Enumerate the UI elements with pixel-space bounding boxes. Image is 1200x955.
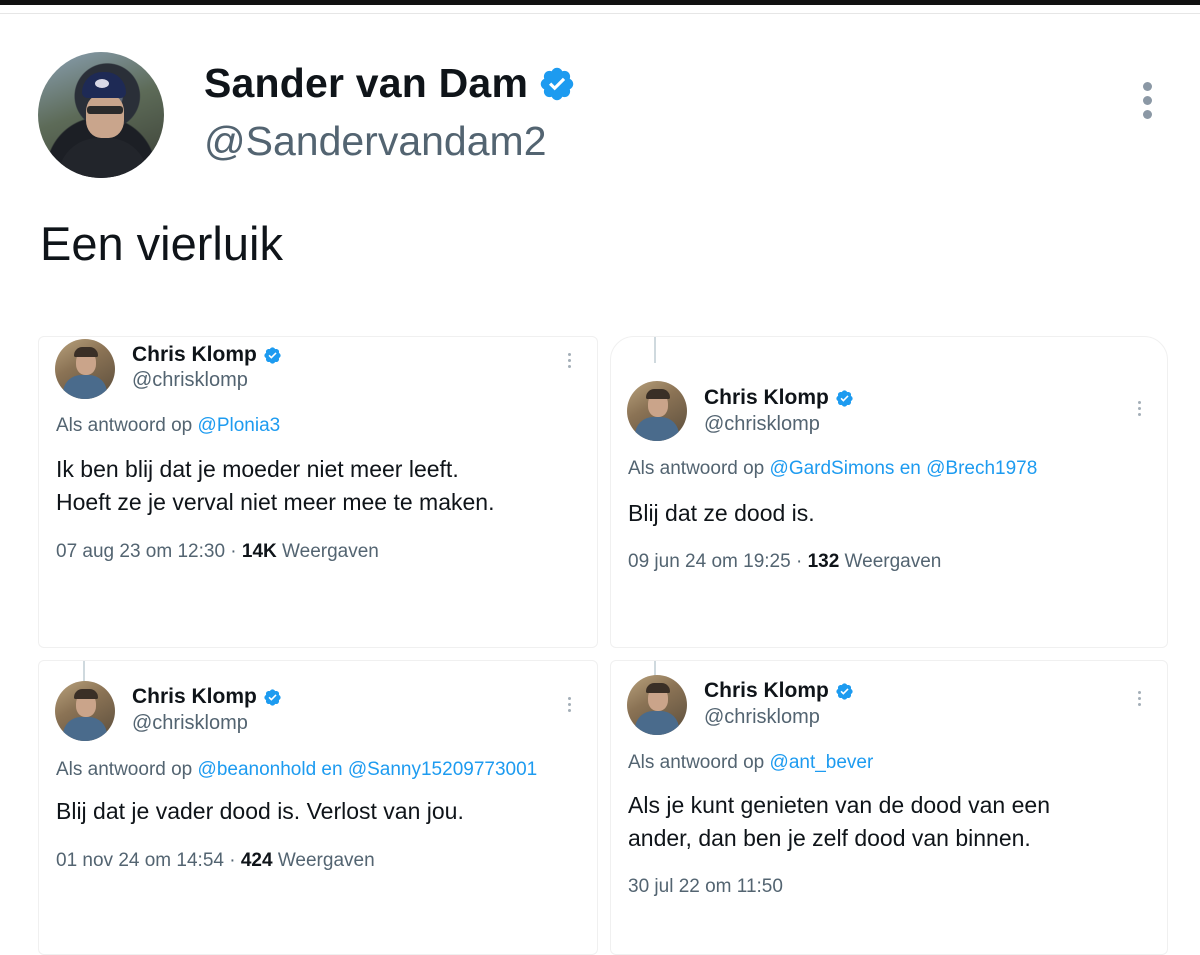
verified-badge-icon [836,389,853,407]
card-author-name-text: Chris Klomp [132,685,257,708]
card-author-name-text: Chris Klomp [704,386,829,409]
reply-context: Als antwoord op @Plonia3 [56,415,280,437]
card-text-line: Ik ben blij dat je moeder niet meer leef… [56,456,459,482]
quoted-tweet-card[interactable]: Chris Klomp @chrisklomp Als antwoord op … [610,660,1168,955]
more-options-icon [566,697,572,717]
reply-context: Als antwoord op @GardSimons en @Brech197… [628,458,1037,480]
embedded-image-grid[interactable]: Chris Klomp @chrisklomp Als antwoord op … [38,336,1168,955]
more-options-icon [1136,691,1142,711]
card-text-line: ander, dan ben je zelf dood van binnen. [628,825,1031,851]
views-label: Weergaven [276,541,379,562]
avatar[interactable] [38,52,164,178]
card-timestamp: 30 jul 22 om 11:50 [628,876,783,898]
card-timestamp: 01 nov 24 om 14:54 · 424 Weergaven [56,850,375,872]
card-author-name-text: Chris Klomp [704,679,829,702]
reply-context: Als antwoord op @beanonhold en @Sanny152… [56,759,597,781]
date-text: 09 jun 24 om 19:25 · [628,551,808,572]
status-bar-strip [0,0,1200,5]
verified-badge-icon [836,682,853,700]
card-text-line: Hoeft ze je verval niet meer mee te make… [56,489,495,515]
avatar-cap [82,72,126,98]
author-name[interactable]: Sander van Dam [204,60,528,107]
card-author-name: Chris Klomp [132,343,282,367]
card-author-handle: @chrisklomp [132,369,248,391]
card-tweet-text: Blij dat je vader dood is. Verlost van j… [56,795,464,828]
reply-prefix: Als antwoord op [628,752,765,773]
reply-mention-link: @GardSimons en @Brech1978 [769,458,1038,479]
avatar [55,681,115,741]
card-text-line: Als je kunt genieten van de dood van een [628,792,1050,818]
card-author-handle: @chrisklomp [704,413,820,435]
more-options-icon [566,353,572,373]
card-text-line: Blij dat je vader dood is. Verlost van j… [56,798,464,824]
reply-mention-link: @beanonhold en @Sanny15209773001 [197,759,538,780]
reply-mention-link: @ant_bever [769,752,874,773]
views-label: Weergaven [839,551,942,572]
avatar [627,381,687,441]
card-author-name: Chris Klomp [132,685,282,709]
verified-badge-icon [540,67,574,100]
verified-badge-icon [264,688,281,706]
reply-prefix: Als antwoord op [56,759,193,780]
card-tweet-text: Als je kunt genieten van de dood van een… [628,789,1050,855]
card-author-handle: @chrisklomp [132,712,248,734]
divider [0,13,1200,14]
card-tweet-text: Blij dat ze dood is. [628,497,815,530]
quoted-tweet-card[interactable]: Chris Klomp @chrisklomp Als antwoord op … [38,336,598,648]
avatar [627,675,687,735]
verified-badge-icon [264,346,281,364]
date-text: 30 jul 22 om 11:50 [628,876,783,897]
view-count: 424 [240,850,273,871]
card-timestamp: 07 aug 23 om 12:30 · 14K Weergaven [56,541,379,563]
card-author-name: Chris Klomp [704,679,854,703]
reply-context: Als antwoord op @ant_bever [628,752,873,774]
quoted-tweet-card[interactable]: Chris Klomp @chrisklomp Als antwoord op … [38,660,598,955]
card-author-name: Chris Klomp [704,386,854,410]
date-text: 01 nov 24 om 14:54 · [56,850,241,871]
card-text-line: Blij dat ze dood is. [628,500,815,526]
avatar-glasses [87,106,123,114]
reply-prefix: Als antwoord op [628,458,765,479]
tweet-text: Een vierluik [40,217,283,270]
card-author-handle: @chrisklomp [704,706,820,728]
view-count: 132 [807,551,840,572]
card-timestamp: 09 jun 24 om 19:25 · 132 Weergaven [628,551,941,573]
views-label: Weergaven [272,850,375,871]
author-name-row: Sander van Dam [204,60,576,107]
quoted-tweet-card[interactable]: Chris Klomp @chrisklomp Als antwoord op … [610,336,1168,648]
avatar [55,339,115,399]
reply-prefix: Als antwoord op [56,415,193,436]
thread-connector [654,337,656,363]
card-tweet-text: Ik ben blij dat je moeder niet meer leef… [56,453,494,519]
more-options-icon [1136,401,1142,421]
avatar-face [86,94,124,138]
date-text: 07 aug 23 om 12:30 · [56,541,242,562]
reply-mention-link: @Plonia3 [197,415,281,436]
author-handle[interactable]: @Sandervandam2 [204,118,547,165]
avatar-body [58,138,148,178]
more-options-icon[interactable] [1140,82,1154,126]
card-author-name-text: Chris Klomp [132,343,257,366]
view-count: 14K [241,541,277,562]
tweet-header: Sander van Dam @Sandervandam2 [38,52,1162,182]
